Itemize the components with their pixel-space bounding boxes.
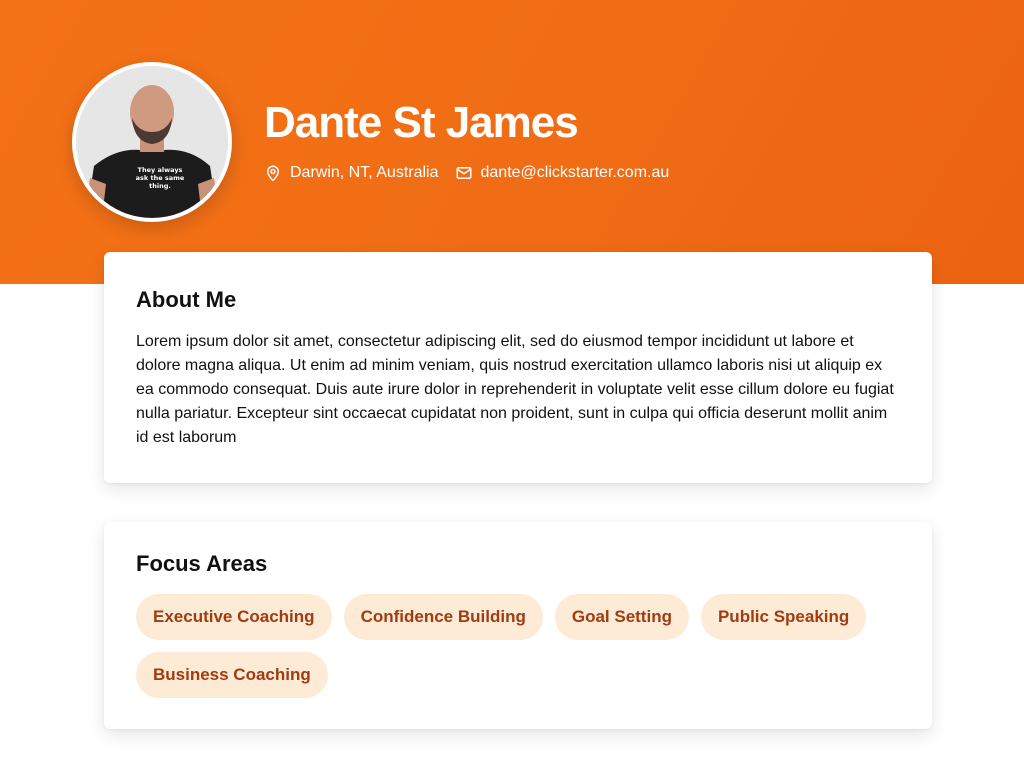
- about-title: About Me: [136, 287, 237, 312]
- envelope-icon: [455, 164, 473, 182]
- about-card: About Me Lorem ipsum dolor sit amet, con…: [104, 252, 932, 483]
- profile-name: Dante St James: [264, 98, 579, 147]
- focus-tag[interactable]: Executive Coaching: [136, 594, 332, 640]
- email-link[interactable]: dante@clickstarter.com.au: [481, 164, 670, 182]
- location-item: Darwin, NT, Australia: [264, 164, 439, 182]
- focus-areas-title: Focus Areas: [136, 551, 268, 576]
- focus-tag[interactable]: Goal Setting: [554, 594, 689, 640]
- focus-areas-card: Focus Areas Executive Coaching Confidenc…: [104, 522, 932, 729]
- focus-tag[interactable]: Confidence Building: [343, 594, 543, 640]
- profile-photo: They always ask the same thing.: [76, 66, 228, 218]
- avatar-shirt-text-2: ask the same: [136, 174, 185, 182]
- email-item[interactable]: dante@clickstarter.com.au: [455, 164, 670, 182]
- avatar-shirt-text-3: thing.: [149, 182, 171, 190]
- profile-meta: Darwin, NT, Australia dante@clickstarter…: [264, 160, 669, 186]
- map-pin-icon: [264, 164, 282, 182]
- location-text: Darwin, NT, Australia: [290, 164, 439, 181]
- profile-header: They always ask the same thing. Dante St…: [0, 0, 1024, 284]
- focus-tags: Executive Coaching Confidence Building G…: [136, 594, 900, 698]
- avatar: They always ask the same thing.: [72, 62, 232, 222]
- focus-tag[interactable]: Business Coaching: [136, 652, 328, 698]
- focus-tag[interactable]: Public Speaking: [700, 594, 867, 640]
- about-text: Lorem ipsum dolor sit amet, consectetur …: [136, 333, 894, 446]
- avatar-shirt-text: They always: [138, 166, 183, 174]
